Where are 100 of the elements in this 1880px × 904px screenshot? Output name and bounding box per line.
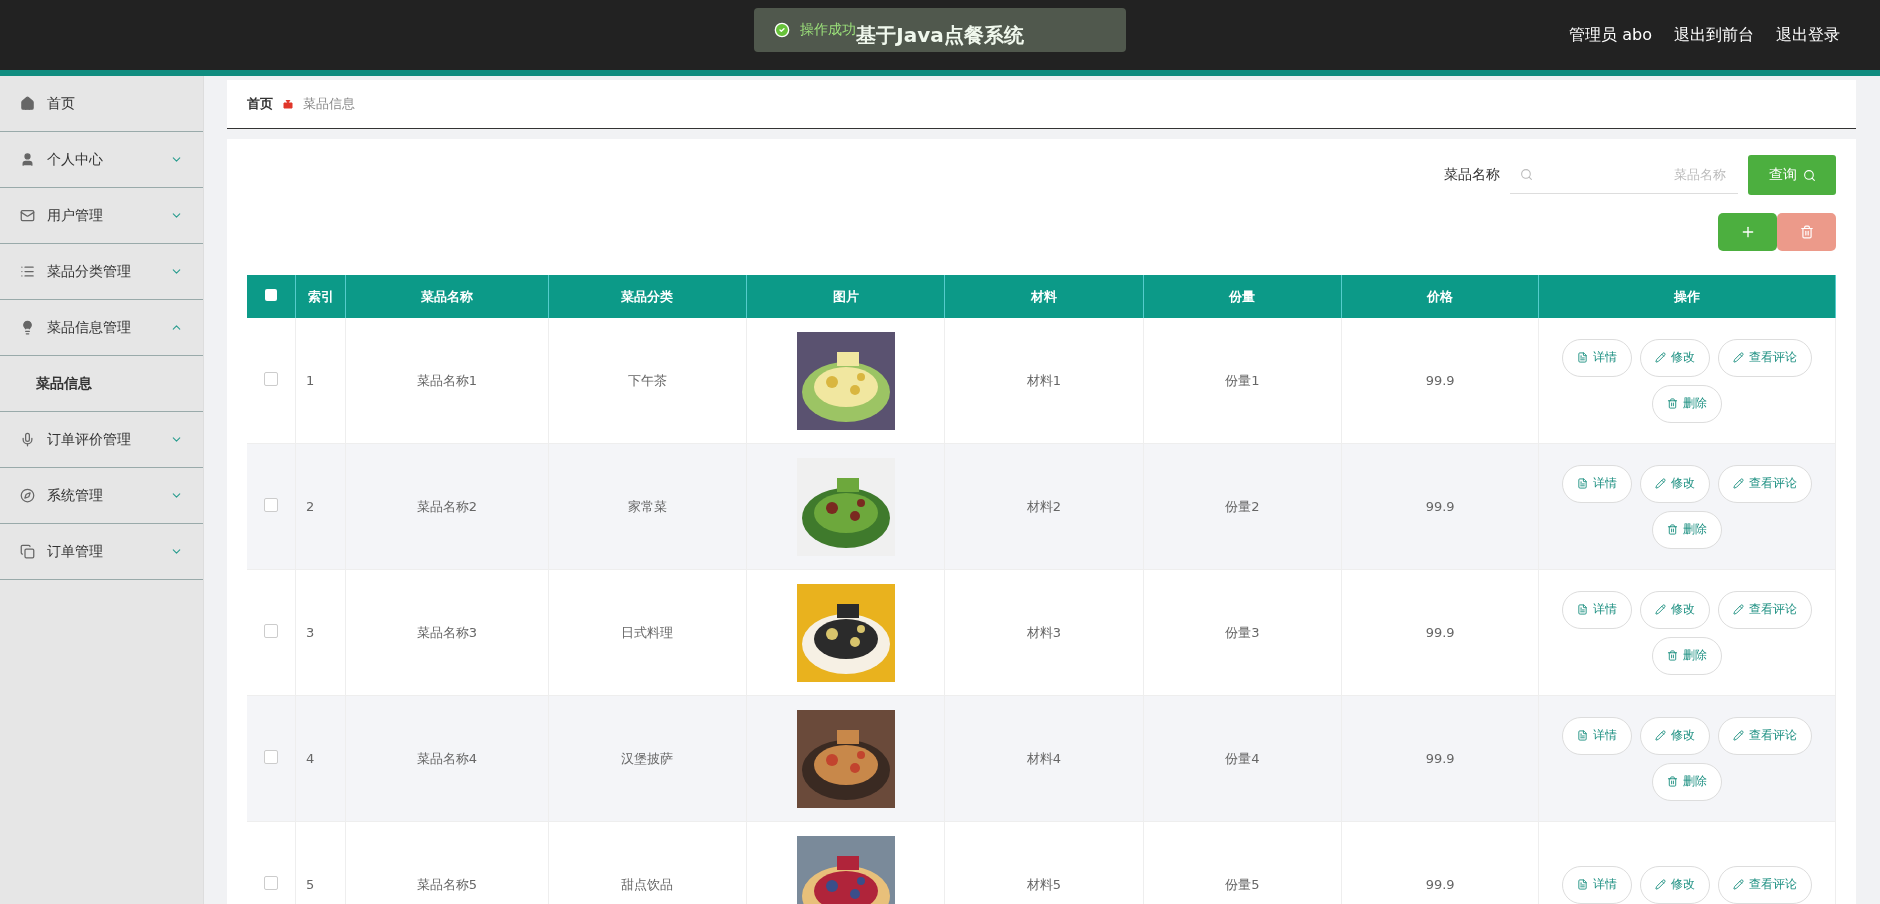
table-cell: 材料3 [944, 569, 1144, 696]
action-button[interactable]: 查看评论 [1718, 464, 1813, 503]
action-button[interactable]: 修改 [1640, 338, 1711, 377]
separator-icon [283, 99, 293, 109]
search-field[interactable]: 菜品名称 [1510, 156, 1738, 194]
action-button[interactable]: 详情 [1562, 865, 1633, 904]
breadcrumb-link[interactable]: 首页 [247, 95, 273, 113]
action-button[interactable]: 详情 [1562, 464, 1633, 503]
user-icon [20, 152, 35, 167]
sidebar-item[interactable]: 首页 [0, 76, 203, 132]
check-icon [774, 22, 790, 38]
table-cell: 菜品名称2 [345, 443, 549, 570]
action-button[interactable]: 删除 [1652, 510, 1723, 549]
sidebar-item[interactable]: 订单管理 [0, 524, 203, 580]
table-cell: 99.9 [1341, 318, 1539, 444]
table-cell: 汉堡披萨 [548, 695, 747, 822]
action-button[interactable]: 修改 [1640, 590, 1711, 629]
action-button[interactable]: 删除 [1652, 762, 1723, 801]
search-icon [1520, 168, 1533, 181]
compass-icon [20, 488, 35, 503]
action-button[interactable]: 详情 [1562, 716, 1633, 755]
column-header: 价格 [1341, 275, 1539, 318]
table-cell: 材料5 [944, 821, 1144, 904]
app-title: 基于Java点餐系统 [856, 21, 1024, 49]
document-icon [1577, 352, 1589, 363]
list-icon [20, 264, 35, 279]
trash-icon [1667, 398, 1679, 409]
table-cell: 2 [295, 443, 346, 570]
pencil-icon [1733, 730, 1745, 741]
action-button[interactable]: 查看评论 [1718, 590, 1813, 629]
table-cell: 菜品名称1 [345, 318, 549, 444]
select-all-checkbox[interactable] [265, 289, 278, 301]
pencil-icon [1733, 879, 1745, 890]
sidebar-item[interactable]: 菜品分类管理 [0, 244, 203, 300]
action-button[interactable]: 详情 [1562, 590, 1633, 629]
table-cell: 日式料理 [548, 569, 747, 696]
table-cell: 5 [295, 821, 346, 904]
action-button[interactable]: 查看评论 [1718, 338, 1813, 377]
row-checkbox[interactable] [264, 750, 279, 764]
column-header: 菜品分类 [548, 275, 747, 318]
action-button[interactable]: 修改 [1640, 865, 1711, 904]
header-link[interactable]: 管理员 abo [1569, 24, 1652, 46]
header-link[interactable]: 退出到前台 [1674, 24, 1754, 46]
table-cell: 99.9 [1341, 443, 1539, 570]
pencil-icon [1655, 352, 1667, 363]
table-cell: 99.9 [1341, 569, 1539, 696]
table-cell: 份量4 [1143, 695, 1342, 822]
pencil-icon [1733, 604, 1745, 615]
pencil-icon [1655, 478, 1667, 489]
row-checkbox[interactable] [264, 624, 279, 638]
pencil-icon [1655, 730, 1667, 741]
home-icon [20, 96, 35, 111]
trash-icon [1667, 776, 1679, 787]
row-checkbox[interactable] [264, 876, 279, 890]
document-icon [1577, 478, 1589, 489]
column-header: 材料 [944, 275, 1144, 318]
action-button[interactable]: 详情 [1562, 338, 1633, 377]
trash-icon [1667, 524, 1679, 535]
pencil-icon [1655, 879, 1667, 890]
envelope-icon [20, 208, 35, 223]
column-header: 图片 [746, 275, 945, 318]
row-checkbox[interactable] [264, 498, 279, 512]
sidebar-item[interactable]: 系统管理 [0, 468, 203, 524]
pencil-icon [1733, 352, 1745, 363]
table-cell: 1 [295, 318, 346, 444]
query-button[interactable]: 查询 [1748, 155, 1836, 195]
table-cell: 菜品名称5 [345, 821, 549, 904]
action-button[interactable]: 修改 [1640, 464, 1711, 503]
action-button[interactable]: 查看评论 [1718, 716, 1813, 755]
action-button[interactable]: 查看评论 [1718, 865, 1813, 904]
search-label: 菜品名称 [1444, 166, 1500, 184]
search-icon [1802, 168, 1816, 182]
table-cell: 份量3 [1143, 569, 1342, 696]
trash-icon [1799, 225, 1814, 239]
delete-button[interactable] [1777, 213, 1836, 251]
table-cell: 材料4 [944, 695, 1144, 822]
table-cell: 99.9 [1341, 695, 1539, 822]
add-button[interactable] [1718, 213, 1777, 251]
action-button[interactable]: 删除 [1652, 384, 1723, 423]
action-button[interactable]: 删除 [1652, 636, 1723, 675]
table-cell: 下午茶 [548, 318, 747, 444]
copy-icon [20, 544, 35, 559]
table-cell: 份量1 [1143, 318, 1342, 444]
pencil-icon [1655, 604, 1667, 615]
row-checkbox[interactable] [264, 372, 279, 386]
sidebar-item[interactable]: 订单评价管理 [0, 412, 203, 468]
column-header: 索引 [295, 275, 346, 318]
sidebar-subitem[interactable]: 菜品信息 [0, 356, 203, 412]
sidebar-item[interactable]: 菜品信息管理 [0, 300, 203, 356]
action-button[interactable]: 修改 [1640, 716, 1711, 755]
pencil-icon [1733, 478, 1745, 489]
table-cell: 家常菜 [548, 443, 747, 570]
column-header: 份量 [1143, 275, 1342, 318]
header-link[interactable]: 退出登录 [1776, 24, 1840, 46]
column-header: 操作 [1538, 275, 1836, 318]
sidebar-item[interactable]: 用户管理 [0, 188, 203, 244]
breadcrumb-current: 菜品信息 [303, 95, 355, 113]
document-icon [1577, 730, 1589, 741]
sidebar-item[interactable]: 个人中心 [0, 132, 203, 188]
table-cell: 99.9 [1341, 821, 1539, 904]
